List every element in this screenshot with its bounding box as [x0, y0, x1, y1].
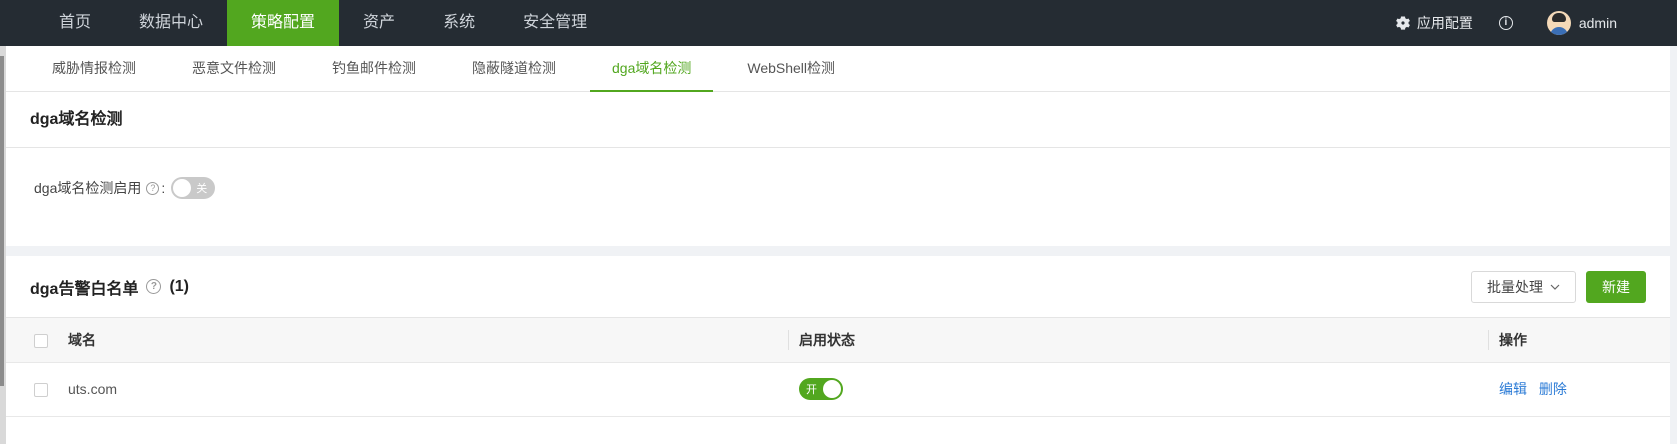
enable-label: dga域名检测启用 — [34, 180, 142, 196]
scrollbar-thumb[interactable] — [0, 56, 4, 386]
whitelist-header: dga告警白名单 ? (1) 批量处理 新建 — [6, 256, 1670, 318]
toggle-text: 开 — [806, 384, 817, 396]
tab-malicious-file[interactable]: 恶意文件检测 — [170, 45, 298, 91]
batch-process-label: 批量处理 — [1487, 278, 1543, 295]
edit-link[interactable]: 编辑 — [1499, 381, 1527, 397]
domain-cell: uts.com — [68, 362, 788, 417]
chevron-down-icon — [1550, 284, 1560, 290]
whitelist-title: dga告警白名单 — [30, 280, 139, 298]
nav-right: 应用配置 i admin — [1395, 0, 1617, 46]
nav-item-system[interactable]: 系统 — [419, 0, 499, 46]
whitelist-count: (1) — [169, 277, 190, 295]
info-icon[interactable]: i — [1498, 16, 1513, 30]
nav-item-home[interactable]: 首页 — [35, 0, 115, 46]
tab-dga-domain[interactable]: dga域名检测 — [590, 45, 714, 92]
toggle-text: 关 — [196, 183, 208, 195]
row-checkbox[interactable] — [34, 383, 48, 398]
main-content: 威胁情报检测 恶意文件检测 钓鱼邮件检测 隐蔽隧道检测 dga域名检测 WebS… — [6, 46, 1670, 444]
nav-item-security-management[interactable]: 安全管理 — [499, 0, 611, 46]
tab-phishing-email[interactable]: 钓鱼邮件检测 — [310, 45, 438, 91]
avatar — [1546, 11, 1571, 35]
section-title: dga域名检测 — [6, 92, 1670, 148]
toggle-knob — [173, 179, 192, 197]
column-status: 启用状态 — [788, 318, 1488, 363]
delete-link[interactable]: 删除 — [1539, 381, 1567, 397]
column-domain: 域名 — [68, 318, 788, 363]
dga-enable-toggle[interactable]: 关 — [171, 177, 216, 199]
table-header-row: 域名 启用状态 操作 — [6, 318, 1670, 363]
main-menu: 首页 数据中心 策略配置 资产 系统 安全管理 — [35, 0, 611, 46]
top-nav: 首页 数据中心 策略配置 资产 系统 安全管理 应用配置 i admin — [0, 0, 1677, 46]
gear-icon — [1395, 16, 1410, 30]
app-config-label: 应用配置 — [1416, 15, 1473, 31]
section-divider — [6, 246, 1670, 256]
table-row: uts.com 开 编辑 删除 — [6, 362, 1670, 417]
detection-tabs: 威胁情报检测 恶意文件检测 钓鱼邮件检测 隐蔽隧道检测 dga域名检测 WebS… — [6, 46, 1670, 92]
select-all-cell — [6, 318, 68, 363]
username: admin — [1578, 15, 1617, 31]
column-operations: 操作 — [1488, 318, 1670, 363]
enable-row: dga域名检测启用 ? : 关 — [6, 148, 1670, 246]
tab-covert-tunnel[interactable]: 隐蔽隧道检测 — [450, 45, 578, 91]
help-icon[interactable]: ? — [146, 181, 160, 195]
operations-cell: 编辑 删除 — [1488, 362, 1670, 417]
tab-webshell[interactable]: WebShell检测 — [725, 45, 857, 91]
enable-colon: : — [161, 180, 166, 196]
status-cell: 开 — [788, 362, 1488, 417]
toggle-knob — [823, 380, 841, 398]
nav-item-policy-config[interactable]: 策略配置 — [227, 0, 340, 46]
whitelist-title-group: dga告警白名单 ? (1) — [30, 275, 189, 299]
row-enable-toggle[interactable]: 开 — [799, 378, 843, 400]
help-icon[interactable]: ? — [146, 279, 162, 294]
new-button[interactable]: 新建 — [1586, 270, 1646, 303]
nav-item-data-center[interactable]: 数据中心 — [115, 0, 227, 46]
whitelist-table: 域名 启用状态 操作 uts.com 开 编辑 删除 — [6, 318, 1670, 417]
nav-item-assets[interactable]: 资产 — [339, 0, 419, 46]
user-menu[interactable]: admin — [1546, 11, 1617, 35]
row-check-cell — [6, 362, 68, 417]
whitelist-actions: 批量处理 新建 — [1471, 270, 1646, 303]
batch-process-button[interactable]: 批量处理 — [1471, 270, 1576, 303]
select-all-checkbox[interactable] — [34, 333, 48, 348]
app-config-button[interactable]: 应用配置 — [1395, 13, 1473, 33]
tab-threat-intel[interactable]: 威胁情报检测 — [30, 45, 158, 91]
enable-label-group: dga域名检测启用 ? : 关 — [34, 176, 216, 200]
